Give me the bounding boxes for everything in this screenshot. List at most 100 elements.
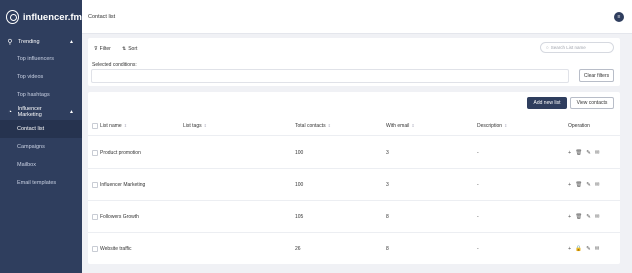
column-label: Description [477, 122, 503, 129]
row-checkbox[interactable] [92, 246, 98, 252]
filter-icon: ⊽ [94, 46, 98, 52]
sidebar-item-contact-list[interactable]: Contact list [0, 120, 82, 138]
header-description[interactable]: Description ⇕ [477, 116, 507, 135]
search-input[interactable]: ○ Search List name [540, 42, 614, 53]
cell-with-email: 8 [386, 246, 389, 252]
column-label: List tags [183, 122, 202, 129]
header-total-contacts[interactable]: Total contacts ⇕ [295, 116, 331, 135]
app: influencer.fm ⚲ Trending ▲ Top influence… [0, 0, 632, 273]
view-contacts-button[interactable]: View contacts [570, 97, 614, 109]
header-list-name[interactable]: List name ⇕ [92, 116, 127, 135]
chevron-up-icon: ▲ [69, 39, 74, 45]
page-title: Contact list [88, 13, 116, 20]
row-checkbox[interactable] [92, 149, 98, 156]
sort-icon: ⇕ [504, 123, 508, 128]
cell-description: - [477, 246, 479, 252]
cell-total-contacts: 100 [295, 181, 304, 188]
edit-icon[interactable]: ✎ [586, 150, 591, 156]
cell-description: - [477, 213, 479, 220]
add-icon[interactable]: + [568, 182, 571, 188]
cell-description: - [477, 149, 479, 156]
list-name[interactable]: Followers Growth [100, 214, 139, 220]
sidebar-group-label: Trending [18, 39, 40, 45]
contact-list-table: Add new list View contacts List name ⇕ L… [88, 92, 620, 264]
delete-icon[interactable]: 🗑 [575, 182, 582, 188]
lock-icon[interactable]: 🔒 [575, 246, 582, 252]
add-icon[interactable]: + [568, 214, 571, 220]
delete-icon[interactable]: 🗑 [575, 150, 582, 156]
sort-button[interactable]: ⇅ Sort [122, 46, 137, 52]
column-label: Total contacts [295, 122, 326, 129]
add-icon[interactable]: + [568, 150, 571, 156]
sidebar-item-top-hashtags[interactable]: Top hashtags [0, 86, 82, 104]
add-icon[interactable]: + [568, 246, 571, 252]
sidebar: influencer.fm ⚲ Trending ▲ Top influence… [0, 0, 82, 273]
cell-operation: + 🗑 ✎ ✉ [568, 169, 599, 200]
table-row[interactable]: Influencer Marketing 100 3 - + 🗑 ✎ ✉ [88, 169, 620, 201]
edit-icon[interactable]: ✎ [586, 246, 591, 252]
search-icon: ○ [546, 45, 549, 50]
delete-icon[interactable]: 🗑 [575, 214, 582, 220]
search-placeholder: Search List name [550, 45, 586, 50]
selected-conditions-label: Selected conditions: [92, 62, 137, 68]
select-all-checkbox[interactable] [92, 122, 98, 129]
cell-description: - [477, 181, 479, 188]
sidebar-group-influencer-marketing[interactable]: ◔ Influencer Marketing ▲ [0, 104, 82, 120]
sidebar-item-top-influencers[interactable]: Top influencers [0, 50, 82, 68]
cell-list-name: Website traffic [92, 233, 132, 265]
selected-conditions-field[interactable] [91, 69, 569, 83]
edit-icon[interactable]: ✎ [586, 182, 591, 188]
edit-icon[interactable]: ✎ [586, 214, 591, 220]
brand[interactable]: influencer.fm [0, 0, 82, 34]
user-menu-icon[interactable]: ≡ [614, 11, 624, 22]
brand-name: influencer.fm [22, 11, 82, 23]
filter-button[interactable]: ⊽ Filter [94, 46, 111, 52]
cell-with-email: 3 [386, 181, 389, 188]
sort-icon: ⇕ [123, 123, 128, 128]
table-row[interactable]: Website traffic 26 8 - + 🔒 ✎ ✉ [88, 233, 620, 265]
list-name[interactable]: Product promotion [100, 150, 141, 156]
sort-icon: ⇕ [203, 123, 207, 128]
mail-icon[interactable]: ✉ [595, 246, 600, 252]
sort-icon: ⇕ [411, 123, 415, 128]
cell-with-email: 3 [386, 149, 389, 156]
sidebar-item-mailbox[interactable]: Mailbox [0, 156, 82, 174]
mail-icon[interactable]: ✉ [595, 150, 600, 156]
cell-total-contacts: 105 [295, 213, 304, 220]
cell-list-name: Influencer Marketing [92, 169, 145, 200]
cell-total-contacts: 100 [295, 149, 304, 156]
cell-total-contacts: 26 [295, 246, 301, 252]
trending-icon: ⚲ [7, 39, 13, 46]
table-row[interactable]: Product promotion 100 3 - + 🗑 ✎ ✉ [88, 137, 620, 169]
column-label: Operation [568, 122, 590, 129]
sidebar-item-campaigns[interactable]: Campaigns [0, 138, 82, 156]
list-name[interactable]: Influencer Marketing [100, 182, 145, 188]
logo-icon [6, 10, 19, 24]
sort-icon: ⇅ [122, 46, 127, 52]
list-name[interactable]: Website traffic [100, 246, 132, 252]
row-checkbox[interactable] [92, 213, 98, 220]
add-new-list-button[interactable]: Add new list [527, 97, 567, 109]
sidebar-item-email-templates[interactable]: Email templates [0, 174, 82, 192]
header-with-email[interactable]: With email ⇕ [386, 116, 415, 135]
mail-icon[interactable]: ✉ [595, 214, 600, 220]
row-checkbox[interactable] [92, 181, 98, 188]
sidebar-group-label: Influencer Marketing [17, 106, 42, 118]
marketing-icon: ◔ [7, 108, 12, 116]
cell-with-email: 8 [386, 213, 389, 220]
sidebar-item-top-videos[interactable]: Top videos [0, 68, 82, 86]
table-header: List name ⇕ List tags ⇕ Total contacts ⇕… [88, 116, 620, 136]
column-label: With email [386, 122, 410, 129]
top-bar: Contact list ≡ [82, 0, 632, 34]
filter-panel: ⊽ Filter ⇅ Sort ○ Search List name Selec… [88, 38, 620, 86]
table-row[interactable]: Followers Growth 105 8 - + 🗑 ✎ ✉ [88, 201, 620, 233]
chevron-up-icon: ▲ [69, 109, 74, 115]
mail-icon[interactable]: ✉ [595, 182, 600, 188]
clear-filters-button[interactable]: Clear filters [579, 69, 614, 82]
cell-list-name: Product promotion [92, 137, 141, 168]
sort-icon: ⇕ [327, 123, 331, 128]
header-list-tags[interactable]: List tags ⇕ [183, 116, 207, 135]
column-label: List name [100, 122, 122, 129]
sort-label: Sort [128, 46, 138, 52]
sidebar-group-trending[interactable]: ⚲ Trending ▲ [0, 34, 82, 50]
